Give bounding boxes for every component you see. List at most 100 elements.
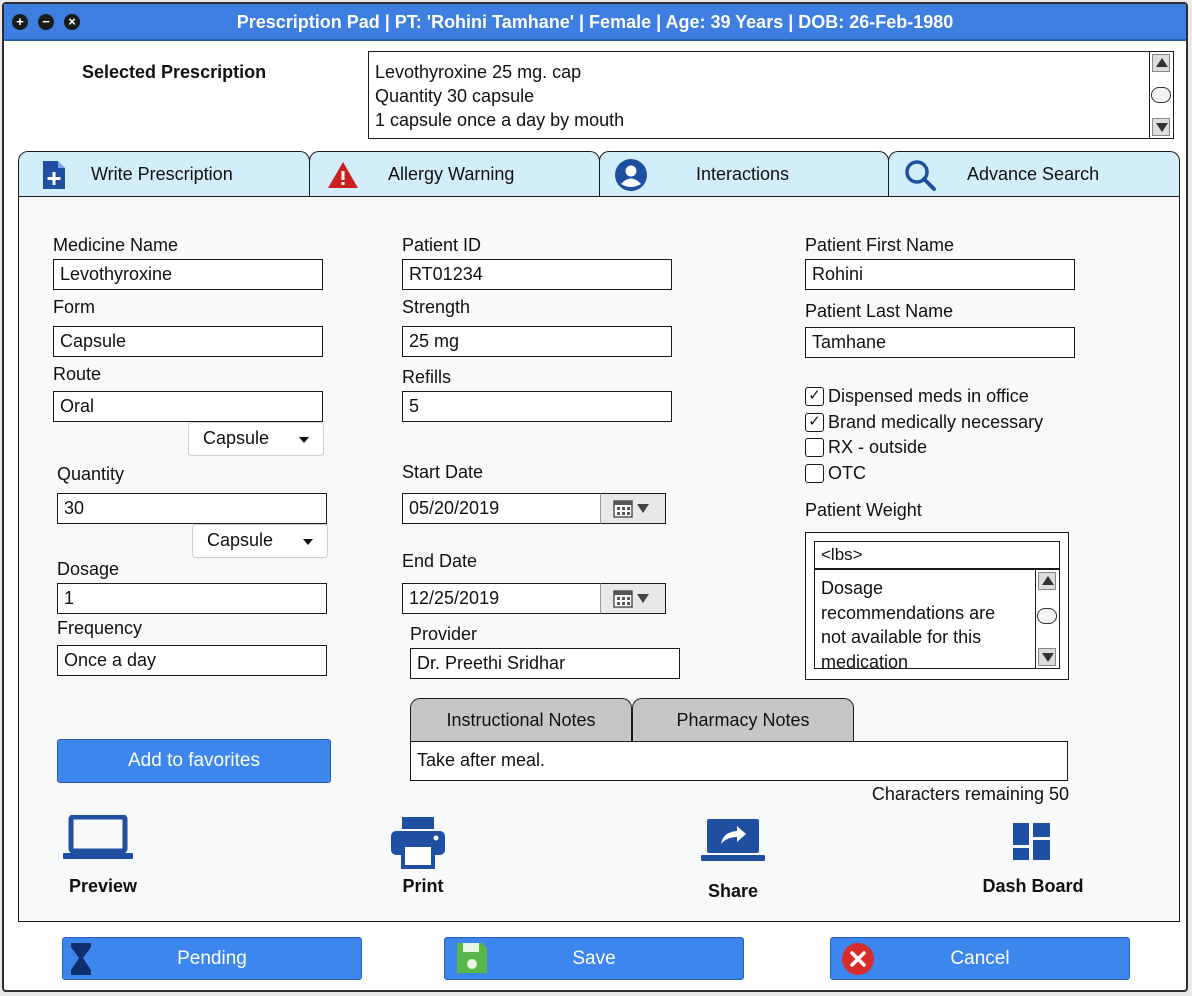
preview-button[interactable]: Preview (53, 815, 153, 899)
dosage-recommendation-text: Dosage recommendations are not available… (821, 576, 996, 669)
cancel-button[interactable]: Cancel (830, 937, 1130, 980)
patient-first-name-input[interactable]: Rohini (805, 259, 1075, 290)
print-button[interactable]: Print (373, 815, 473, 899)
title-bar: + − × Prescription Pad | PT: 'Rohini Tam… (4, 4, 1186, 41)
prescription-scrollbar[interactable] (1149, 52, 1173, 138)
dosage-input[interactable]: 1 (57, 583, 327, 614)
quantity-label: Quantity (57, 464, 125, 484)
patient-id-input[interactable]: RT01234 (402, 259, 672, 290)
save-button[interactable]: Save (444, 937, 744, 980)
strength-input[interactable]: 25 mg (402, 326, 672, 357)
start-date-picker-button[interactable] (600, 493, 666, 524)
medicine-name-label: Medicine Name (53, 235, 179, 255)
add-to-favorites-button[interactable]: Add to favorites (57, 739, 331, 783)
end-date-input[interactable]: 12/25/2019 (402, 583, 602, 614)
route-input[interactable]: Oral (53, 391, 323, 422)
scroll-thumb[interactable] (1037, 608, 1057, 624)
cancel-label: Cancel (950, 948, 1010, 969)
tab-allergy-warning[interactable]: Allergy Warning (309, 151, 600, 197)
share-icon (701, 819, 765, 861)
tab-label: Allergy Warning (388, 164, 515, 184)
selected-prescription-label: Selected Prescription (82, 62, 267, 82)
dashboard-label: Dash Board (982, 876, 1084, 896)
prescription-window: + − × Prescription Pad | PT: 'Rohini Tam… (2, 2, 1188, 992)
calendar-icon (613, 590, 649, 608)
characters-remaining: Characters remaining 50 (871, 784, 1069, 804)
strength-label: Strength (402, 297, 471, 317)
chevron-down-icon (303, 539, 313, 545)
tab-advance-search[interactable]: Advance Search (888, 151, 1180, 197)
provider-input[interactable]: Dr. Preethi Sridhar (410, 648, 680, 679)
note-line: recommendations are (821, 602, 996, 623)
dashboard-icon (1013, 823, 1050, 860)
frequency-label: Frequency (57, 618, 143, 638)
tab-label: Advance Search (967, 164, 1100, 184)
dashboard-button[interactable]: Dash Board (973, 815, 1093, 899)
share-label: Share (707, 881, 759, 901)
quantity-unit-value: Capsule (207, 530, 274, 550)
tab-write-prescription[interactable]: Write Prescription (18, 151, 310, 197)
laptop-icon (63, 815, 133, 859)
checkbox-label: RX - outside (828, 437, 928, 457)
write-prescription-panel: Medicine Name Levothyroxine Form Capsule… (18, 196, 1180, 922)
checkbox-dispensed-meds[interactable]: ✓ (805, 387, 824, 406)
tab-label: Instructional Notes (446, 710, 596, 730)
tab-pharmacy-notes[interactable]: Pharmacy Notes (632, 698, 854, 742)
scroll-thumb[interactable] (1151, 87, 1171, 103)
form-input[interactable]: Capsule (53, 326, 323, 357)
scroll-down-icon[interactable] (1038, 648, 1056, 666)
scroll-up-icon[interactable] (1038, 572, 1056, 590)
main-tabs: Write Prescription Allergy Warning Inter… (18, 151, 1180, 197)
tab-label: Pharmacy Notes (676, 710, 810, 730)
note-line: Dosage (821, 578, 884, 598)
checkbox-otc[interactable] (805, 464, 824, 483)
tab-instructional-notes[interactable]: Instructional Notes (410, 698, 632, 742)
quantity-unit-dropdown[interactable]: Capsule (192, 524, 328, 558)
chevron-down-icon (299, 437, 309, 443)
scroll-down-icon[interactable] (1152, 118, 1170, 136)
refills-input[interactable]: 5 (402, 391, 672, 422)
note-line: not available for this (821, 627, 982, 647)
patient-first-name-label: Patient First Name (805, 235, 955, 255)
pending-label: Pending (177, 948, 247, 969)
printer-icon (391, 817, 445, 869)
share-button[interactable]: Share (683, 815, 783, 905)
checkbox-brand-necessary[interactable]: ✓ (805, 413, 824, 432)
user-circle-icon (615, 159, 647, 191)
window-title: Prescription Pad | PT: 'Rohini Tamhane' … (236, 12, 954, 32)
tab-interactions[interactable]: Interactions (599, 151, 889, 197)
patient-weight-label: Patient Weight (805, 500, 922, 520)
prescription-line: Quantity 30 capsule (375, 86, 535, 106)
prescription-line: 1 capsule once a day by mouth (375, 110, 625, 130)
provider-label: Provider (410, 624, 478, 644)
route-unit-value: Capsule (203, 428, 270, 448)
calendar-icon (613, 500, 649, 518)
form-label: Form (53, 297, 95, 317)
route-unit-dropdown[interactable]: Capsule (188, 422, 324, 456)
end-date-label: End Date (402, 551, 478, 571)
refills-label: Refills (402, 367, 452, 387)
dosage-recommendation-box: Dosage recommendations are not available… (814, 569, 1060, 669)
selected-prescription-text: Levothyroxine 25 mg. cap Quantity 30 cap… (375, 60, 624, 132)
notes-textarea[interactable]: Take after meal. (410, 741, 1068, 781)
medicine-name-input[interactable]: Levothyroxine (53, 259, 323, 290)
end-date-picker-button[interactable] (600, 583, 666, 614)
note-line: medication (821, 651, 909, 669)
add-to-favorites-label: Add to favorites (127, 750, 261, 771)
recommendation-scrollbar[interactable] (1035, 570, 1059, 668)
save-label: Save (572, 948, 616, 969)
checkbox-label: OTC (828, 463, 866, 483)
prescription-line: Levothyroxine 25 mg. cap (375, 62, 582, 82)
checkbox-rx-outside[interactable] (805, 438, 824, 457)
patient-id-label: Patient ID (402, 235, 482, 255)
quantity-input[interactable]: 30 (57, 493, 327, 524)
start-date-input[interactable]: 05/20/2019 (402, 493, 602, 524)
frequency-input[interactable]: Once a day (57, 645, 327, 676)
selected-prescription-box[interactable]: Levothyroxine 25 mg. cap Quantity 30 cap… (368, 51, 1174, 139)
scroll-up-icon[interactable] (1152, 54, 1170, 72)
print-label: Print (402, 876, 444, 896)
weight-input[interactable]: <lbs> (814, 541, 1060, 569)
tab-label: Interactions (696, 164, 790, 184)
pending-button[interactable]: Pending (62, 937, 362, 980)
patient-last-name-input[interactable]: Tamhane (805, 327, 1075, 358)
